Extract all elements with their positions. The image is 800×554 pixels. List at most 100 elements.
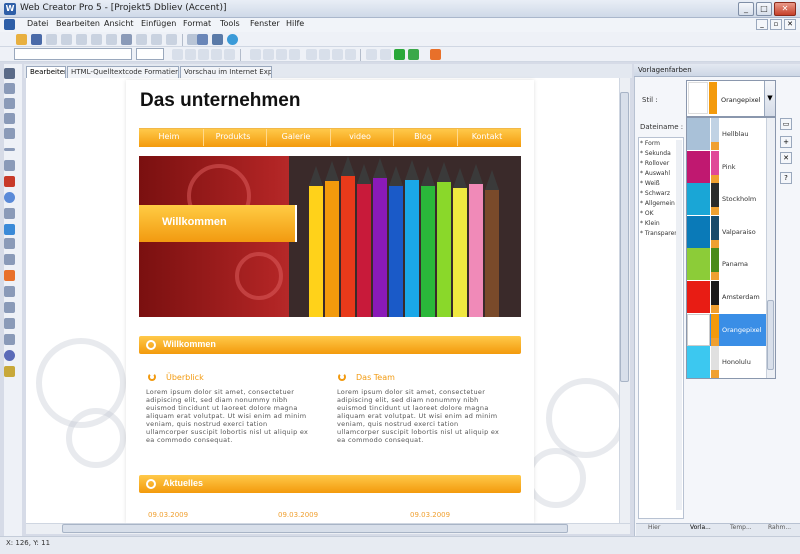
calendar-tool-icon[interactable]: [4, 318, 15, 329]
superscript-icon[interactable]: [224, 49, 235, 60]
close-button[interactable]: ✕: [774, 2, 796, 16]
remove-icon[interactable]: ✕: [780, 152, 792, 164]
tree-item[interactable]: * Schwarz: [640, 190, 670, 197]
widget-tool-icon[interactable]: [4, 208, 15, 219]
color-scheme-item[interactable]: Pink: [687, 150, 766, 183]
gallery-tool-icon[interactable]: [4, 334, 15, 345]
tree-item[interactable]: * Weiß: [640, 180, 660, 187]
tab-vorschau[interactable]: Vorschau im Internet Explorer: [180, 66, 272, 78]
tree-item[interactable]: * Allgemein: [640, 200, 675, 207]
form-tool-icon[interactable]: [4, 113, 15, 124]
line-tool-icon[interactable]: [4, 148, 15, 151]
table-tool-icon[interactable]: [4, 98, 15, 109]
menu-hilfe[interactable]: Hilfe: [286, 19, 304, 28]
tree-item[interactable]: * Sekunda: [640, 150, 671, 157]
align-center-icon[interactable]: [263, 49, 274, 60]
menu-bearbeiten[interactable]: Bearbeiten: [56, 19, 100, 28]
menu-tools[interactable]: Tools: [220, 19, 240, 28]
underline-icon[interactable]: [198, 49, 209, 60]
image-tool-icon[interactable]: [4, 83, 15, 94]
open-icon[interactable]: [16, 34, 27, 45]
color-scheme-item[interactable]: Hellblau: [687, 118, 766, 150]
mdi-restore-button[interactable]: ▫: [770, 19, 782, 30]
col-title-das-team[interactable]: Das Team: [356, 373, 395, 382]
font-color-icon[interactable]: [430, 49, 441, 60]
image-icon[interactable]: [197, 34, 208, 45]
highlight-color-icon[interactable]: [408, 49, 419, 60]
tab-html-quelltext[interactable]: HTML-Quelltextcode Formatierung: [67, 66, 179, 78]
flash-tool-icon[interactable]: [4, 176, 15, 187]
check-icon[interactable]: [394, 49, 405, 60]
list-bullet-icon[interactable]: [306, 49, 317, 60]
news-date[interactable]: 09.03.2009: [148, 511, 188, 519]
tab-templates[interactable]: Temp...: [730, 524, 752, 531]
globe-icon[interactable]: [227, 34, 238, 45]
color-scheme-item[interactable]: Valparaiso: [687, 215, 766, 248]
nav-video[interactable]: video: [330, 132, 390, 141]
col-text-ueberblick[interactable]: Lorem ipsum dolor sit amet, consectetuer…: [146, 388, 310, 444]
col-title-ueberblick[interactable]: Überblick: [166, 373, 204, 382]
horizontal-scroll-thumb[interactable]: [62, 524, 568, 533]
menu-fenster[interactable]: Fenster: [250, 19, 280, 28]
undo-icon[interactable]: [76, 34, 87, 45]
news-date[interactable]: 09.03.2009: [410, 511, 450, 519]
help-icon[interactable]: ?: [780, 172, 792, 184]
tree-item[interactable]: * Klein: [640, 220, 660, 227]
cut-icon[interactable]: [61, 34, 72, 45]
tree-item[interactable]: * Transparent: [640, 230, 680, 237]
mdi-minimize-button[interactable]: _: [756, 19, 768, 30]
font-size-select[interactable]: [136, 48, 164, 60]
color-scheme-item[interactable]: Honolulu: [687, 346, 766, 379]
tab-bearbeiten[interactable]: Bearbeiten: [26, 66, 66, 78]
nav-produkts[interactable]: Produkts: [203, 132, 263, 141]
menu-format[interactable]: Format: [183, 19, 211, 28]
list-number-icon[interactable]: [319, 49, 330, 60]
tab-rahmen[interactable]: Rahm...: [768, 524, 791, 531]
special-char-icon[interactable]: [380, 49, 391, 60]
nav-blog[interactable]: Blog: [393, 132, 453, 141]
justify-icon[interactable]: [289, 49, 300, 60]
tree-item[interactable]: * Form: [640, 140, 660, 147]
strikethrough-icon[interactable]: [211, 49, 222, 60]
script-tool-icon[interactable]: [4, 254, 15, 265]
print-icon[interactable]: [46, 34, 57, 45]
chevron-down-icon[interactable]: ▼: [764, 81, 775, 116]
box-tool-icon[interactable]: [4, 128, 15, 139]
vertical-scroll-thumb[interactable]: [620, 92, 629, 382]
delete-icon[interactable]: [136, 34, 147, 45]
pen-tool-icon[interactable]: [4, 302, 15, 313]
spellcheck-icon[interactable]: [366, 49, 377, 60]
site-title[interactable]: Das unternehmen: [140, 90, 300, 112]
news-date[interactable]: 09.03.2009: [278, 511, 318, 519]
align-right-icon[interactable]: [276, 49, 287, 60]
color-scheme-item[interactable]: Orangepixel: [687, 313, 766, 346]
mdi-close-button[interactable]: ✕: [784, 19, 796, 30]
panel-window-icon[interactable]: ▭: [780, 118, 792, 130]
tab-vorlagen[interactable]: Vorla...: [690, 524, 711, 531]
tree-item[interactable]: * OK: [640, 210, 654, 217]
nav-heim[interactable]: Heim: [139, 132, 199, 141]
tab-hier[interactable]: Hier: [648, 524, 660, 531]
font-select[interactable]: [14, 48, 132, 60]
tree-item[interactable]: * Rollover: [640, 160, 669, 167]
hero-label[interactable]: Willkommen: [162, 216, 227, 228]
redo-icon[interactable]: [91, 34, 102, 45]
preview-icon[interactable]: [212, 34, 223, 45]
menu-tool-icon[interactable]: [4, 286, 15, 297]
align-left-icon[interactable]: [250, 49, 261, 60]
tree-item[interactable]: * Auswahl: [640, 170, 670, 177]
section-title-aktuelles[interactable]: Aktuelles: [163, 478, 203, 488]
col-text-das-team[interactable]: Lorem ipsum dolor sit amet, consectetuer…: [337, 388, 501, 444]
outdent-icon[interactable]: [332, 49, 343, 60]
find-icon[interactable]: [151, 34, 162, 45]
text-tool-icon[interactable]: [4, 68, 15, 79]
plugin-tool-icon[interactable]: [4, 366, 15, 377]
menu-datei[interactable]: Datei: [27, 19, 48, 28]
color-scheme-item[interactable]: Panama: [687, 248, 766, 281]
link-tool-icon[interactable]: [4, 160, 15, 171]
link-icon[interactable]: [166, 34, 177, 45]
color-scheme-item[interactable]: Stockholm: [687, 183, 766, 216]
color-list-scroll-thumb[interactable]: [767, 300, 774, 370]
color-scheme-item[interactable]: Amsterdam: [687, 281, 766, 313]
rss-tool-icon[interactable]: [4, 270, 15, 281]
